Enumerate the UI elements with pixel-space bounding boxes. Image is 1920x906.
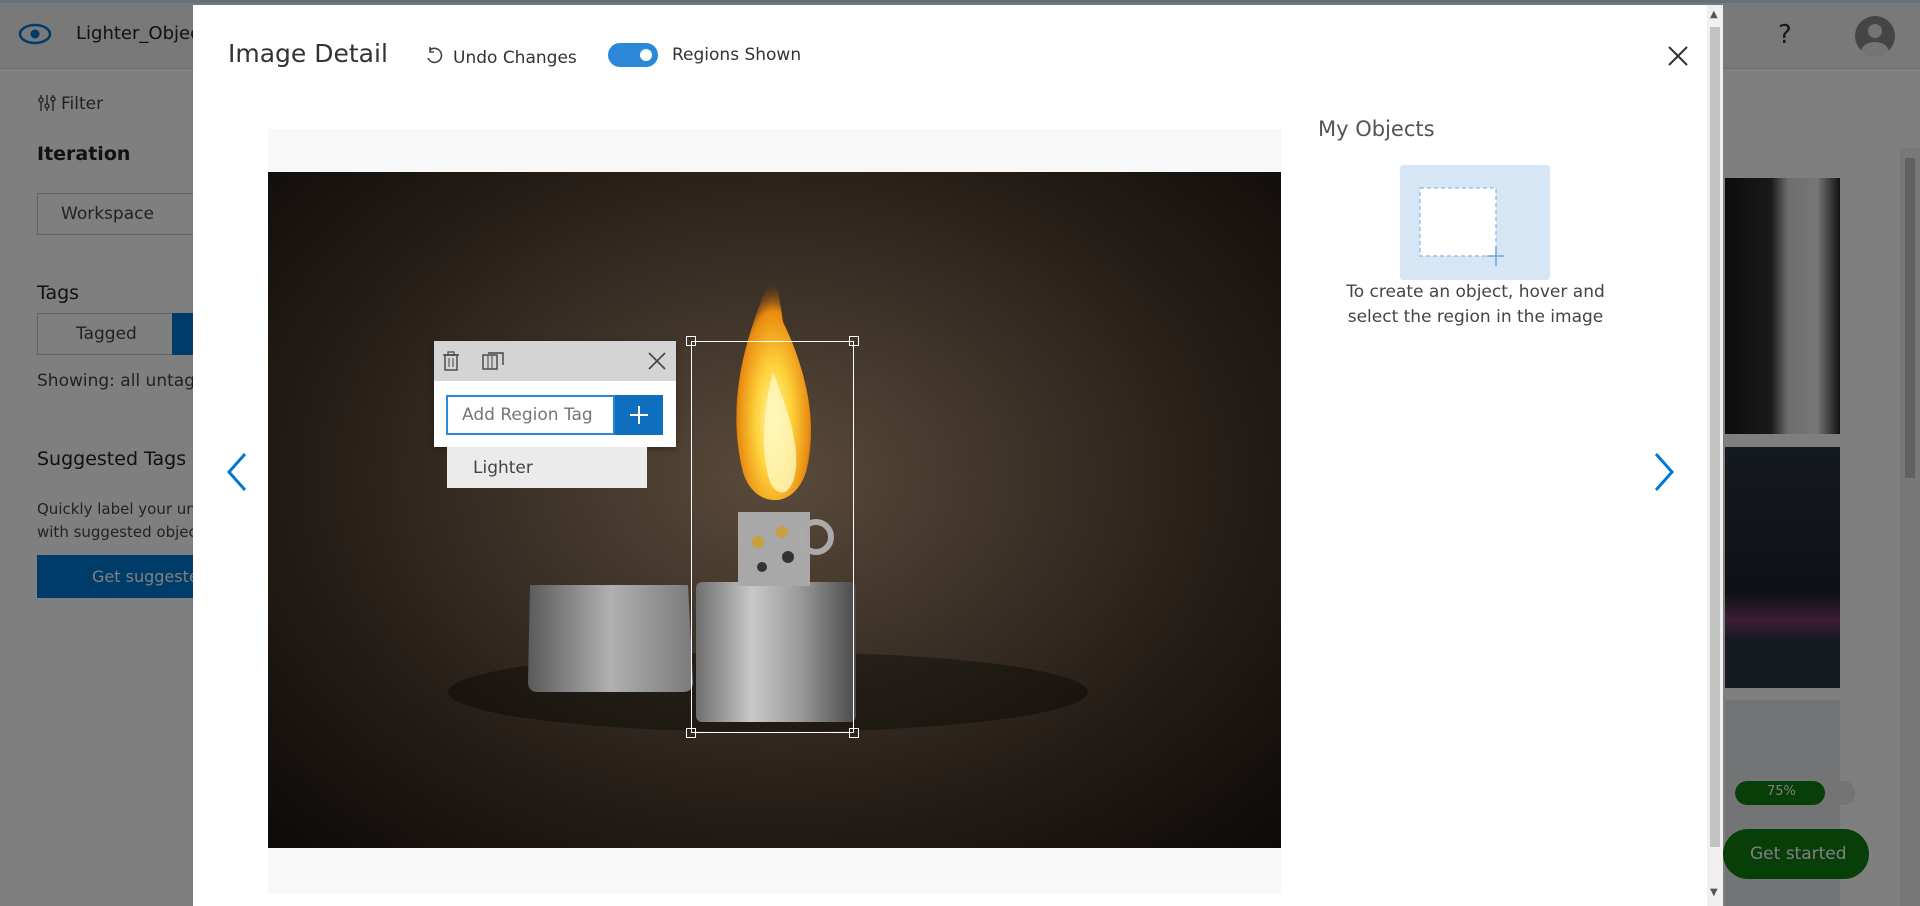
delete-region-icon[interactable] bbox=[443, 351, 459, 371]
undo-icon bbox=[425, 46, 443, 71]
tag-suggestion-label: Lighter bbox=[473, 457, 533, 478]
my-objects-title: My Objects bbox=[1318, 117, 1435, 141]
image-detail-modal: Image Detail Undo Changes Regions Shown bbox=[193, 5, 1723, 906]
region-handle-bottom-left[interactable] bbox=[686, 728, 696, 738]
region-handle-bottom-right[interactable] bbox=[849, 728, 859, 738]
scroll-up-icon[interactable]: ▲ bbox=[1710, 9, 1718, 20]
undo-label: Undo Changes bbox=[453, 48, 577, 68]
my-objects-hint: To create an object, hover and select th… bbox=[1346, 282, 1605, 327]
region-view-icon[interactable] bbox=[482, 352, 504, 370]
plus-icon bbox=[629, 405, 649, 425]
previous-image-icon[interactable] bbox=[223, 450, 253, 494]
toggle-knob bbox=[640, 49, 652, 61]
object-placeholder bbox=[1400, 165, 1550, 280]
region-handle-top-right[interactable] bbox=[849, 336, 859, 346]
next-image-icon[interactable] bbox=[1648, 450, 1678, 494]
add-region-tag-input[interactable] bbox=[446, 395, 615, 435]
regions-label: Regions Shown bbox=[672, 45, 802, 65]
popup-toolbar bbox=[434, 341, 676, 381]
tag-suggestion-item[interactable]: Lighter bbox=[447, 447, 647, 488]
region-bounding-box[interactable] bbox=[686, 336, 859, 738]
close-popup-icon[interactable] bbox=[647, 351, 667, 371]
region-handle-top-left[interactable] bbox=[686, 336, 696, 346]
modal-scrollbar-thumb[interactable] bbox=[1710, 27, 1720, 847]
add-region-icon bbox=[1419, 187, 1504, 267]
region-tag-popup bbox=[434, 341, 676, 447]
modal-scrollbar[interactable]: ▲ ▼ bbox=[1707, 5, 1723, 906]
close-icon[interactable] bbox=[1663, 41, 1693, 71]
toggle-switch[interactable] bbox=[608, 43, 658, 67]
regions-shown-toggle[interactable]: Regions Shown bbox=[608, 43, 801, 67]
add-tag-button[interactable] bbox=[615, 395, 663, 435]
undo-changes-button[interactable]: Undo Changes bbox=[425, 43, 577, 73]
modal-title: Image Detail bbox=[228, 39, 388, 68]
scroll-down-icon[interactable]: ▼ bbox=[1710, 887, 1718, 898]
